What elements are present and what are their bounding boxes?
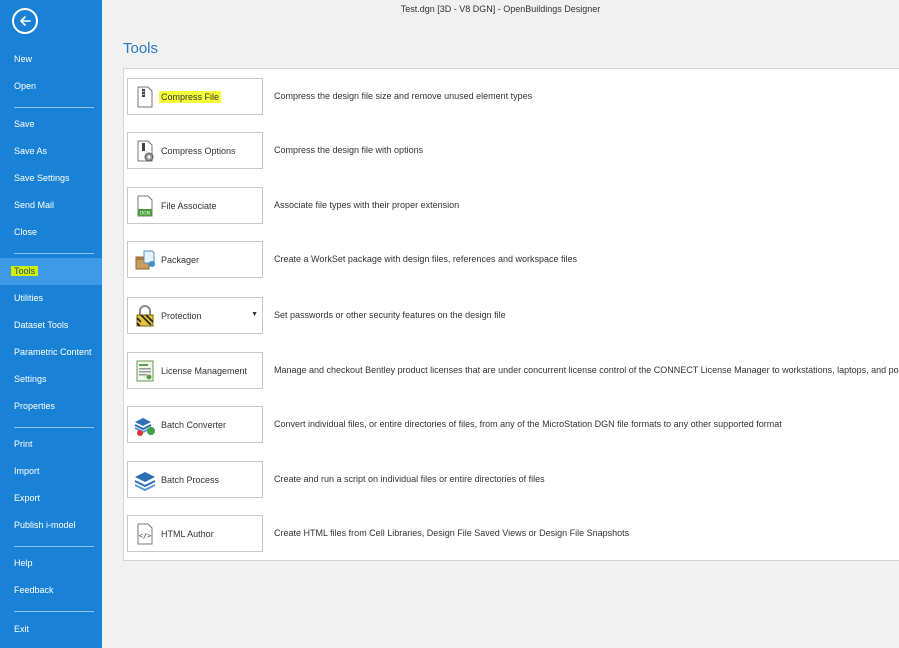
tool-description: Set passwords or other security features… xyxy=(274,310,506,320)
file-associate-button[interactable]: DGN File Associate xyxy=(127,187,263,224)
sidebar-item-label: New xyxy=(14,54,33,64)
tool-label: HTML Author xyxy=(161,528,214,539)
sidebar-item-export[interactable]: Export xyxy=(0,485,102,512)
sidebar-item-properties[interactable]: Properties xyxy=(0,393,102,420)
sidebar-item-label: Send Mail xyxy=(14,200,55,210)
sidebar-divider xyxy=(14,427,94,428)
backstage-sidebar: New Open Save Save As Save Settings Send… xyxy=(0,0,102,648)
tool-row-html-author: </> HTML Author Create HTML files from C… xyxy=(127,515,899,552)
sidebar-item-open[interactable]: Open xyxy=(0,73,102,100)
sidebar-item-new[interactable]: New xyxy=(0,46,102,73)
html-author-icon: </> xyxy=(133,522,157,546)
sidebar-item-close[interactable]: Close xyxy=(0,219,102,246)
sidebar-item-label: Parametric Content xyxy=(14,347,92,357)
tool-row-compress-file: Compress File Compress the design file s… xyxy=(127,78,899,115)
tool-label: File Associate xyxy=(161,200,217,211)
page-title: Tools xyxy=(123,40,159,57)
sidebar-item-publish-i-model[interactable]: Publish i-model xyxy=(0,512,102,539)
sidebar-item-label: Settings xyxy=(14,374,47,384)
tool-label: License Management xyxy=(161,365,248,376)
compress-options-icon xyxy=(133,139,157,163)
sidebar-item-exit[interactable]: Exit xyxy=(0,616,102,643)
sidebar-item-tools[interactable]: Tools xyxy=(0,258,102,285)
sidebar-item-dataset-tools[interactable]: Dataset Tools xyxy=(0,312,102,339)
tool-label: Compress File xyxy=(159,90,222,103)
lock-icon xyxy=(133,304,157,328)
packager-icon xyxy=(133,248,157,272)
sidebar-item-save[interactable]: Save xyxy=(0,111,102,138)
tool-description: Compress the design file size and remove… xyxy=(274,91,533,101)
sidebar-item-parametric-content[interactable]: Parametric Content xyxy=(0,339,102,366)
sidebar-item-import[interactable]: Import xyxy=(0,458,102,485)
tool-row-license-management: License Management Manage and checkout B… xyxy=(127,352,899,389)
sidebar-item-utilities[interactable]: Utilities xyxy=(0,285,102,312)
back-arrow-icon xyxy=(20,16,31,26)
tool-row-protection: Protection ▼ Set passwords or other secu… xyxy=(127,297,899,334)
dgn-badge-text: DGN xyxy=(140,210,150,216)
sidebar-item-label: Tools xyxy=(11,266,39,276)
sidebar-item-label: Exit xyxy=(14,624,30,634)
back-button[interactable] xyxy=(12,8,38,34)
sidebar-item-feedback[interactable]: Feedback xyxy=(0,577,102,604)
tool-description: Associate file types with their proper e… xyxy=(274,200,460,210)
sidebar-divider xyxy=(14,253,94,254)
tool-description: Create HTML files from Cell Libraries, D… xyxy=(274,528,630,538)
tool-label: Batch Converter xyxy=(161,419,227,430)
sidebar-divider xyxy=(14,546,94,547)
sidebar-item-label: Open xyxy=(14,81,37,91)
sidebar-item-save-settings[interactable]: Save Settings xyxy=(0,165,102,192)
sidebar-item-label: Save As xyxy=(14,146,48,156)
tool-label: Protection xyxy=(161,310,202,321)
sidebar-item-print[interactable]: Print xyxy=(0,431,102,458)
sidebar-item-label: Print xyxy=(14,439,33,449)
sidebar-item-label: Utilities xyxy=(14,293,44,303)
batch-converter-button[interactable]: Batch Converter xyxy=(127,406,263,443)
tool-row-batch-process: Batch Process Create and run a script on… xyxy=(127,461,899,498)
dropdown-arrow-icon[interactable]: ▼ xyxy=(251,311,258,318)
tool-row-packager: Packager Create a WorkSet package with d… xyxy=(127,241,899,278)
tool-label: Batch Process xyxy=(161,474,220,485)
sidebar-item-label: Save xyxy=(14,119,35,129)
sidebar-divider xyxy=(14,611,94,612)
batch-converter-icon xyxy=(133,413,157,437)
sidebar-item-label: Feedback xyxy=(14,585,54,595)
tool-description: Create and run a script on individual fi… xyxy=(274,474,545,484)
tool-description: Manage and checkout Bentley product lice… xyxy=(274,365,899,375)
tool-row-compress-options: Compress Options Compress the design fil… xyxy=(127,132,899,169)
tool-row-batch-converter: Batch Converter Convert individual files… xyxy=(127,406,899,443)
license-management-button[interactable]: License Management xyxy=(127,352,263,389)
sidebar-item-label: Dataset Tools xyxy=(14,320,69,330)
tool-label: Compress Options xyxy=(161,145,236,156)
window-title: Test.dgn [3D - V8 DGN] - OpenBuildings D… xyxy=(400,4,601,14)
license-icon xyxy=(133,359,157,383)
packager-button[interactable]: Packager xyxy=(127,241,263,278)
compress-file-icon xyxy=(133,85,157,109)
html-author-button[interactable]: </> HTML Author xyxy=(127,515,263,552)
tool-label: Packager xyxy=(161,254,200,265)
tool-row-file-associate: DGN File Associate Associate file types … xyxy=(127,187,899,224)
sidebar-item-send-mail[interactable]: Send Mail xyxy=(0,192,102,219)
sidebar-item-label: Export xyxy=(14,493,41,503)
sidebar-item-label: Import xyxy=(14,466,40,476)
file-associate-icon: DGN xyxy=(133,194,157,218)
sidebar-item-save-as[interactable]: Save As xyxy=(0,138,102,165)
sidebar-item-settings[interactable]: Settings xyxy=(0,366,102,393)
sidebar-item-label: Save Settings xyxy=(14,173,70,183)
tool-description: Convert individual files, or entire dire… xyxy=(274,419,782,429)
sidebar-item-label: Help xyxy=(14,558,33,568)
sidebar-item-label: Properties xyxy=(14,401,56,411)
batch-process-button[interactable]: Batch Process xyxy=(127,461,263,498)
sidebar-item-help[interactable]: Help xyxy=(0,550,102,577)
compress-file-button[interactable]: Compress File xyxy=(127,78,263,115)
batch-process-icon xyxy=(133,468,157,492)
code-glyph-text: </> xyxy=(139,532,152,540)
tool-description: Create a WorkSet package with design fil… xyxy=(274,254,577,264)
compress-options-button[interactable]: Compress Options xyxy=(127,132,263,169)
protection-button[interactable]: Protection ▼ xyxy=(127,297,263,334)
sidebar-item-label: Close xyxy=(14,227,38,237)
sidebar-divider xyxy=(14,107,94,108)
sidebar-item-label: Publish i-model xyxy=(14,520,76,530)
tool-description: Compress the design file with options xyxy=(274,145,424,155)
